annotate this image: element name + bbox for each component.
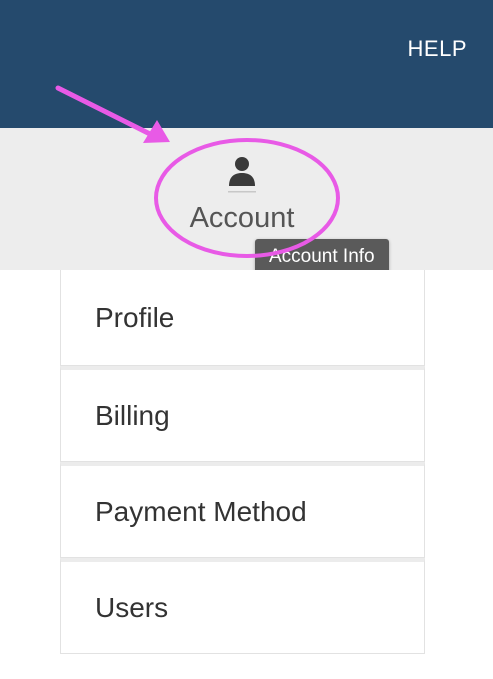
help-link[interactable]: HELP [408, 36, 467, 62]
account-button[interactable]: Account [170, 150, 314, 250]
menu-item-label: Users [95, 591, 169, 623]
menu-item-payment-method[interactable]: Payment Method [60, 462, 425, 558]
menu-item-billing[interactable]: Billing [60, 366, 425, 462]
top-header-bar: HELP [0, 0, 493, 128]
menu-item-label: Billing [95, 399, 170, 431]
menu-item-users[interactable]: Users [60, 558, 425, 654]
account-label: Account [189, 202, 295, 234]
menu-item-label: Payment Method [95, 495, 307, 527]
user-icon [228, 157, 256, 193]
menu-item-profile[interactable]: Profile [60, 270, 425, 366]
account-menu: Profile Billing Payment Method Users [60, 270, 425, 654]
menu-item-label: Profile [95, 301, 175, 333]
